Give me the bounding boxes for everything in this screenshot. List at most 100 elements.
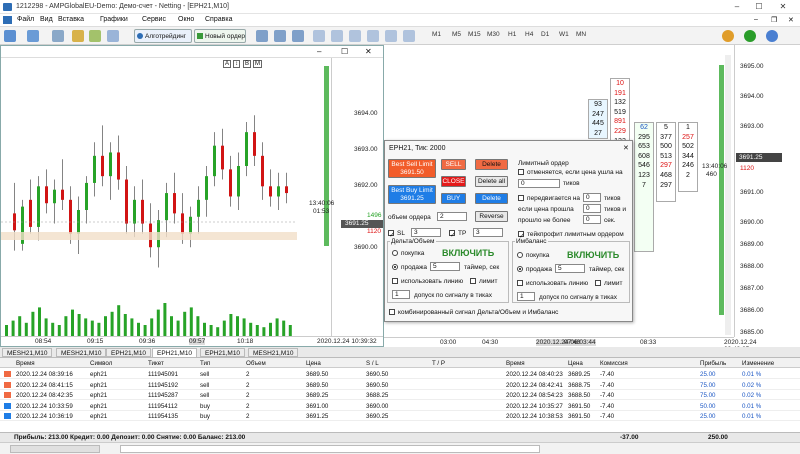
new-chart-icon[interactable] xyxy=(4,30,16,42)
algo-trading-button[interactable]: Алготрейдинг xyxy=(134,29,192,43)
imb-limit-checkbox[interactable] xyxy=(595,280,601,286)
tf-mn[interactable]: MN xyxy=(576,31,586,38)
market-watch-icon[interactable] xyxy=(52,30,64,42)
delta-limit-checkbox[interactable] xyxy=(470,278,476,284)
imb-timer-input[interactable]: 5 xyxy=(555,264,585,273)
profiles-icon[interactable] xyxy=(27,30,39,42)
footer-input[interactable] xyxy=(120,445,540,453)
delta-timer-input[interactable]: 5 xyxy=(430,262,460,271)
sub-chart-window[interactable]: – ☐ ✕ A ↕ B M 3694.00 3693.00 3692.00 36… xyxy=(0,45,384,347)
best-buy-limit-button[interactable]: Best Buy Limit 3691.25 xyxy=(388,185,436,204)
zoom-out-icon[interactable] xyxy=(331,30,343,42)
volume-input[interactable]: 2 xyxy=(437,212,467,221)
tf-m1[interactable]: M1 xyxy=(432,31,441,38)
cancel-ticks-input[interactable]: 0 xyxy=(518,179,560,188)
imb-enable-button[interactable]: ВКЛЮЧИТЬ xyxy=(567,250,619,260)
tf-h1[interactable]: H1 xyxy=(508,31,516,38)
imb-sell-radio[interactable] xyxy=(517,266,523,272)
delete-sell-button[interactable]: Delete xyxy=(475,159,508,170)
menu-view[interactable]: Вид xyxy=(40,16,53,23)
tab-mesh21-2[interactable]: MESH21,M10 xyxy=(56,348,107,357)
tab-mesh21-3[interactable]: MESH21,M10 xyxy=(248,348,299,357)
delete-buy-button[interactable]: Delete xyxy=(475,193,508,204)
table-row[interactable]: 2020.12.24 10:36:19 eph21 111954135 buy 2 369… xyxy=(0,411,800,421)
scroll-icon[interactable] xyxy=(367,30,379,42)
tf-m15[interactable]: M15 xyxy=(468,31,481,38)
indicators-icon[interactable] xyxy=(403,30,415,42)
sub-minimize-icon[interactable]: – xyxy=(317,47,321,56)
tile-icon[interactable] xyxy=(349,30,361,42)
tp-input[interactable]: 3 xyxy=(473,228,503,237)
imb-use-line-checkbox[interactable] xyxy=(517,280,523,286)
sub-maximize-icon[interactable]: ☐ xyxy=(341,47,348,56)
delta-tolerance-input[interactable]: 1 xyxy=(392,290,410,299)
footer-left-field[interactable] xyxy=(10,445,100,453)
delta-volume-title: Дельта/Объем xyxy=(390,238,436,245)
close-child-icon[interactable]: ✕ xyxy=(788,16,794,24)
imb-tolerance-input[interactable]: 1 xyxy=(517,292,535,301)
volume-bar xyxy=(123,314,127,336)
line-chart-icon[interactable] xyxy=(292,30,304,42)
delete-all-button[interactable]: Delete all xyxy=(475,176,508,187)
tab-eph21-1[interactable]: EPH21,M10 xyxy=(106,348,152,357)
sell-button[interactable]: SELL xyxy=(441,159,466,170)
minimize-icon[interactable]: – xyxy=(730,1,744,13)
table-row[interactable]: 2020.12.24 08:39:16 eph21 111945091 sell 2 36… xyxy=(0,369,800,379)
reverse-button[interactable]: Reverse xyxy=(475,211,508,222)
move-if-checkbox[interactable] xyxy=(518,195,524,201)
cancel-if-checkbox[interactable] xyxy=(518,169,524,175)
imb-buy-radio[interactable] xyxy=(517,252,523,258)
minimize-child-icon[interactable]: – xyxy=(754,16,758,23)
if-price-input[interactable]: 0 xyxy=(583,204,601,213)
candles-icon[interactable] xyxy=(274,30,286,42)
tester-icon[interactable] xyxy=(107,30,119,42)
signal-icon[interactable] xyxy=(766,30,778,42)
tf-d1[interactable]: D1 xyxy=(541,31,549,38)
buy-button[interactable]: BUY xyxy=(441,193,466,204)
seconds-input[interactable]: 0 xyxy=(583,215,601,224)
menu-window[interactable]: Окно xyxy=(178,16,194,23)
terminal-icon[interactable] xyxy=(89,30,101,42)
close-button[interactable]: CLOSE xyxy=(441,176,466,187)
menu-help[interactable]: Справка xyxy=(205,16,232,23)
restore-child-icon[interactable]: ❐ xyxy=(771,16,777,24)
shift-icon[interactable] xyxy=(385,30,397,42)
zoom-in-icon[interactable] xyxy=(313,30,325,42)
delta-sell-radio[interactable] xyxy=(392,264,398,270)
tab-eph21-active[interactable]: EPH21,M10 xyxy=(152,348,198,357)
menu-tools[interactable]: Сервис xyxy=(142,16,166,23)
best-sell-limit-button[interactable]: Best Sell Limit 3691.50 xyxy=(388,159,436,178)
new-order-button[interactable]: Новый ордер xyxy=(194,29,246,43)
takeprofit-checkbox[interactable]: ✓ xyxy=(518,231,525,240)
tab-mesh21-1[interactable]: MESH21,M10 xyxy=(2,348,53,357)
sl-input[interactable]: 3 xyxy=(411,228,441,237)
table-cell: -7.40 xyxy=(600,402,615,410)
sl-checkbox[interactable]: ✓ xyxy=(388,230,395,239)
menu-file[interactable]: Файл xyxy=(17,16,34,23)
connection-icon[interactable] xyxy=(744,30,756,42)
table-row[interactable]: 2020.12.24 10:33:59 eph21 111954112 buy 2 369… xyxy=(0,401,800,411)
account-icon[interactable] xyxy=(722,30,734,42)
tf-m5[interactable]: M5 xyxy=(452,31,461,38)
dialog-close-icon[interactable]: ✕ xyxy=(623,144,629,152)
delta-use-line-checkbox[interactable] xyxy=(392,278,398,284)
trade-panel-dialog[interactable]: EPH21, Тик: 2000 ✕ Best Sell Limit 3691.… xyxy=(384,140,633,322)
table-row[interactable]: 2020.12.24 08:41:15 eph21 111945192 sell 2 36… xyxy=(0,380,800,390)
navigator-icon[interactable] xyxy=(72,30,84,42)
delta-enable-button[interactable]: ВКЛЮЧИТЬ xyxy=(442,248,494,258)
delta-buy-radio[interactable] xyxy=(392,250,398,256)
tf-m30[interactable]: M30 xyxy=(487,31,500,38)
tp-checkbox[interactable]: ✓ xyxy=(449,230,456,239)
combined-signal-checkbox[interactable] xyxy=(389,309,395,315)
tf-h4[interactable]: H4 xyxy=(525,31,533,38)
close-icon[interactable]: ✕ xyxy=(776,1,790,13)
menu-charts[interactable]: Графики xyxy=(100,16,128,23)
table-row[interactable]: 2020.12.24 08:42:35 eph21 111945287 sell 2 36… xyxy=(0,390,800,400)
chart-bars-icon[interactable] xyxy=(256,30,268,42)
move-ticks-input[interactable]: 0 xyxy=(583,193,601,202)
tab-eph21-3[interactable]: EPH21,M10 xyxy=(200,348,246,357)
maximize-icon[interactable]: ☐ xyxy=(752,1,766,13)
tf-w1[interactable]: W1 xyxy=(559,31,569,38)
sub-close-icon[interactable]: ✕ xyxy=(365,47,372,56)
menu-insert[interactable]: Вставка xyxy=(58,16,84,23)
